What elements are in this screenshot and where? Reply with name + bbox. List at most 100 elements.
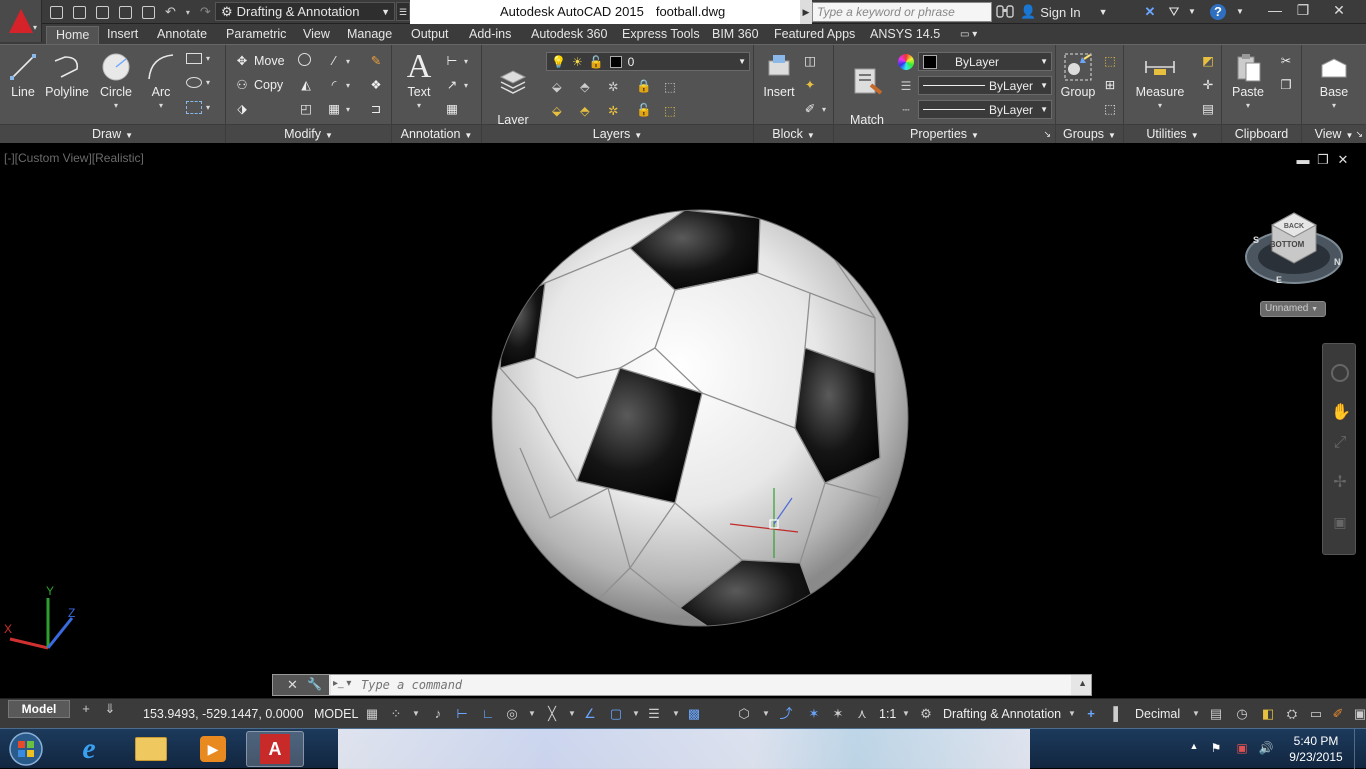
tab-view[interactable]: View: [303, 26, 330, 44]
tab-manage[interactable]: Manage: [347, 26, 392, 44]
close-button[interactable]: ✕: [1324, 0, 1354, 22]
tab-home[interactable]: Home: [46, 26, 100, 44]
chevron-down-icon[interactable]: ▼: [1188, 706, 1204, 722]
group-edit-button[interactable]: ⊞: [1102, 77, 1118, 93]
add-layout-icon[interactable]: +: [78, 701, 94, 717]
command-close-icon[interactable]: ✕: [287, 677, 298, 693]
ucs-menu[interactable]: Unnamed ▼: [1260, 301, 1326, 317]
measure-button[interactable]: Measure ▾: [1128, 51, 1192, 113]
hatch-button[interactable]: ▾: [186, 77, 210, 88]
compass-south[interactable]: S: [1253, 235, 1259, 245]
redo-icon[interactable]: ↷: [200, 4, 211, 20]
start-button[interactable]: [4, 730, 48, 768]
annotation-visibility-icon[interactable]: ✶: [806, 706, 822, 722]
annotation-scale-value[interactable]: 1:1: [879, 707, 896, 721]
erase-button[interactable]: ✎: [368, 53, 384, 69]
lineweight-select[interactable]: ByLayer ▼: [918, 76, 1052, 95]
transparency-icon[interactable]: ▩: [686, 706, 702, 722]
arc-button[interactable]: Arc ▾: [143, 51, 179, 113]
chevron-down-icon[interactable]: ▼: [898, 706, 914, 722]
sign-in-button[interactable]: 👤 Sign In ▼: [1020, 3, 1108, 21]
layer-unlock-icon[interactable]: 🔓: [636, 103, 652, 119]
chevron-down-icon[interactable]: ▼: [1184, 4, 1200, 20]
layer-thaw-icon[interactable]: ✲: [608, 103, 624, 119]
view-panel-title[interactable]: View ▼ ↘: [1302, 124, 1366, 143]
isolate-objects-icon[interactable]: ◧: [1260, 706, 1276, 722]
media-player-button[interactable]: ▶: [184, 731, 242, 767]
action-center-icon[interactable]: ⚑: [1208, 741, 1224, 757]
rotate-button[interactable]: [298, 53, 311, 66]
layer-isolate-icon[interactable]: ⬘: [580, 79, 596, 95]
workspace-select[interactable]: ⚙ Drafting & Annotation ▼: [215, 2, 395, 21]
ungroup-button[interactable]: ⬚: [1102, 53, 1118, 69]
layer-lock-icon[interactable]: 🔒: [636, 79, 652, 95]
selection-cycling-icon[interactable]: ⬡: [736, 706, 752, 722]
tab-express-tools[interactable]: Express Tools: [622, 26, 700, 44]
insert-block-button[interactable]: Insert: [758, 51, 800, 99]
paste-button[interactable]: Paste ▾: [1226, 51, 1270, 113]
viewport-restore-button[interactable]: ❐: [1316, 153, 1330, 167]
snap-icon[interactable]: ⁘: [388, 706, 404, 722]
dialog-launcher-icon[interactable]: ↘: [1355, 125, 1363, 143]
internet-explorer-button[interactable]: e: [60, 731, 118, 767]
volume-icon[interactable]: 🔊: [1258, 741, 1274, 757]
layer-unisolate-icon[interactable]: ⬘: [580, 103, 596, 119]
tab-parametric[interactable]: Parametric: [226, 26, 286, 44]
layer-select[interactable]: 💡 ☀ 🔓 0 ▼: [546, 52, 750, 71]
print-icon[interactable]: [142, 5, 155, 19]
ortho-icon[interactable]: ∟: [480, 706, 496, 722]
draw-panel-title[interactable]: Draw ▼: [0, 124, 225, 143]
undo-dropdown-icon[interactable]: ▾: [186, 8, 190, 17]
steering-wheel-icon[interactable]: [1331, 364, 1349, 382]
object-snap-tracking-icon[interactable]: ∠: [582, 706, 598, 722]
save-icon[interactable]: [96, 5, 109, 19]
move-button[interactable]: ✥ Move: [234, 53, 285, 69]
undo-icon[interactable]: ↶: [165, 4, 176, 20]
dynamic-input-icon[interactable]: ⊢: [454, 706, 470, 722]
workspace-gear-icon[interactable]: ⚙: [918, 706, 934, 722]
clean-screen-icon[interactable]: ▭: [1308, 706, 1324, 722]
layer-freeze-icon[interactable]: ✲: [608, 79, 624, 95]
quick-properties-icon[interactable]: ▤: [1208, 706, 1224, 722]
tab-insert[interactable]: Insert: [107, 26, 138, 44]
customization-icon[interactable]: ✐: [1330, 706, 1346, 722]
network-icon[interactable]: ▣: [1234, 741, 1250, 757]
color-select[interactable]: ByLayer ▼: [918, 52, 1052, 71]
infer-constraints-icon[interactable]: ♪: [430, 706, 446, 722]
table-button[interactable]: ▦: [444, 101, 460, 117]
title-scroll-arrow[interactable]: ▶: [800, 0, 812, 24]
application-menu-button[interactable]: ▾: [0, 0, 42, 42]
polyline-button[interactable]: Polyline: [44, 51, 90, 99]
showmotion-icon[interactable]: ▣: [1331, 514, 1349, 532]
open-file-icon[interactable]: [73, 5, 86, 19]
show-desktop-button[interactable]: [1354, 729, 1366, 769]
units-value[interactable]: Decimal: [1135, 707, 1180, 721]
copy-button[interactable]: ⚇ Copy: [234, 77, 283, 93]
system-clock[interactable]: 5:40 PM 9/23/2015: [1288, 733, 1344, 765]
create-block-button[interactable]: ◫: [802, 53, 818, 69]
exchange-apps-icon[interactable]: ✕: [1142, 4, 1158, 20]
model-tab[interactable]: Model: [8, 700, 70, 718]
line-button[interactable]: Line: [6, 51, 40, 99]
make-current-icon[interactable]: ⬚: [664, 79, 680, 95]
command-input[interactable]: [331, 675, 1071, 695]
binoculars-icon[interactable]: [996, 4, 1014, 19]
annotation-monitor-icon[interactable]: +: [1083, 706, 1099, 722]
show-hidden-icons[interactable]: ▲: [1186, 741, 1202, 757]
tab-annotate[interactable]: Annotate: [157, 26, 207, 44]
attributes-button[interactable]: ✐ ▾: [802, 101, 826, 117]
tab-output[interactable]: Output: [411, 26, 449, 44]
workspace-switch[interactable]: Drafting & Annotation: [943, 707, 1061, 721]
utilities-panel-title[interactable]: Utilities ▼: [1124, 124, 1221, 143]
viewcube-face-top[interactable]: BACK: [1284, 223, 1304, 230]
block-panel-title[interactable]: Block ▼: [754, 124, 833, 143]
array-button[interactable]: ▦ ▾: [326, 101, 350, 117]
annotation-panel-title[interactable]: Annotation ▼: [392, 124, 481, 143]
calculator-button[interactable]: ▤: [1200, 101, 1216, 117]
groups-panel-title[interactable]: Groups ▼: [1056, 124, 1123, 143]
chevron-down-icon[interactable]: ▼: [408, 706, 424, 722]
id-point-button[interactable]: ✛: [1200, 77, 1216, 93]
annotation-scale-icon[interactable]: ⋏: [854, 706, 870, 722]
object-snap-icon[interactable]: ▢: [608, 706, 624, 722]
pan-icon[interactable]: ✋: [1331, 402, 1351, 421]
